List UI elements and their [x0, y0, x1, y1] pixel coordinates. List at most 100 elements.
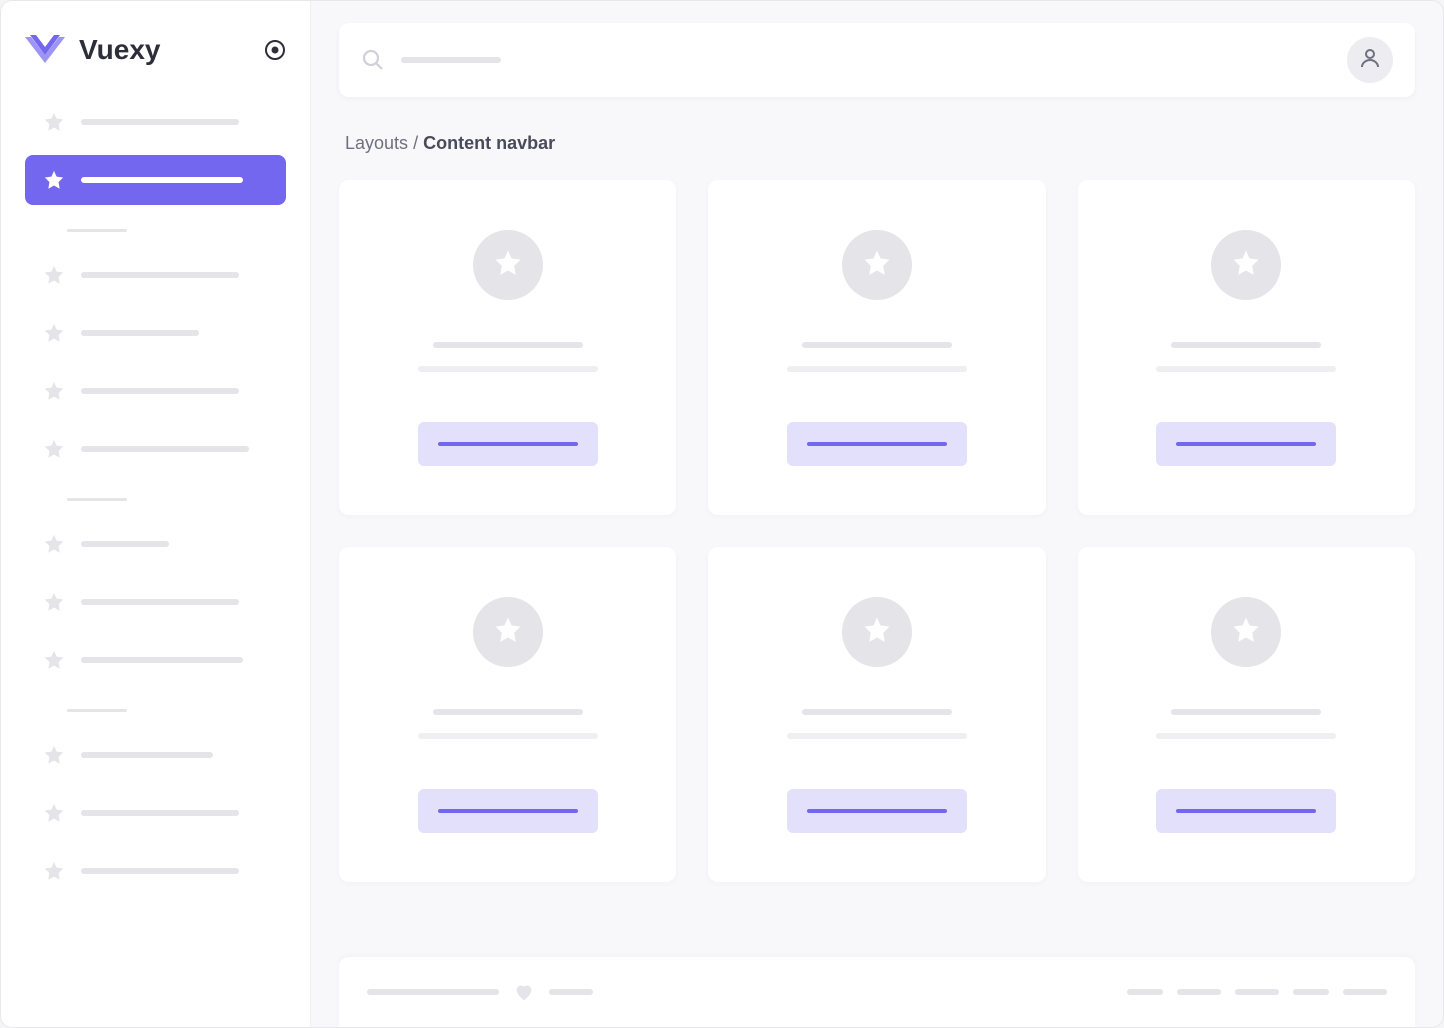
nav-section-header [67, 498, 127, 501]
star-icon [43, 111, 65, 133]
star-icon [43, 744, 65, 766]
star-icon [1231, 615, 1261, 650]
footer-text [549, 989, 593, 995]
card-title [802, 342, 952, 348]
card-action-button[interactable] [787, 789, 967, 833]
star-icon [43, 860, 65, 882]
card-action-button[interactable] [1156, 789, 1336, 833]
card-button-label [438, 809, 578, 813]
sidebar-item-label [81, 388, 239, 394]
card-subtitle [787, 733, 967, 739]
star-icon [43, 380, 65, 402]
content-card [708, 180, 1045, 515]
sidebar-toggle-icon[interactable] [264, 39, 286, 61]
sidebar-item[interactable] [25, 846, 286, 896]
star-icon [43, 591, 65, 613]
nav-section-header [67, 709, 127, 712]
footer-left [367, 981, 593, 1003]
star-icon [1231, 248, 1261, 283]
nav-section-header [67, 229, 127, 232]
footer-link[interactable] [1235, 989, 1279, 995]
card-action-button[interactable] [1156, 422, 1336, 466]
sidebar-item-label [81, 868, 239, 874]
card-action-button[interactable] [787, 422, 967, 466]
sidebar: Vuexy [1, 1, 311, 1027]
user-avatar[interactable] [1347, 37, 1393, 83]
sidebar-item-label [81, 177, 243, 183]
card-title [1171, 709, 1321, 715]
sidebar-item[interactable] [25, 519, 286, 569]
sidebar-item[interactable] [25, 366, 286, 416]
star-icon [43, 649, 65, 671]
sidebar-item-label [81, 810, 239, 816]
sidebar-item[interactable] [25, 308, 286, 358]
card-action-button[interactable] [418, 422, 598, 466]
footer [339, 957, 1415, 1027]
card-title [802, 709, 952, 715]
footer-link[interactable] [1343, 989, 1387, 995]
sidebar-item-label [81, 119, 239, 125]
sidebar-item[interactable] [25, 577, 286, 627]
sidebar-item[interactable] [25, 155, 286, 205]
star-icon [862, 615, 892, 650]
content-card [708, 547, 1045, 882]
content-card [339, 180, 676, 515]
sidebar-item[interactable] [25, 424, 286, 474]
sidebar-item[interactable] [25, 635, 286, 685]
breadcrumb-separator: / [413, 133, 418, 153]
star-icon [43, 533, 65, 555]
user-icon [1358, 46, 1382, 75]
sidebar-item-label [81, 330, 199, 336]
card-icon-circle [1211, 230, 1281, 300]
card-button-label [807, 809, 947, 813]
breadcrumb: Layouts / Content navbar [339, 97, 1415, 180]
main-content: Layouts / Content navbar [311, 1, 1443, 1027]
card-icon-circle [842, 597, 912, 667]
star-icon [43, 169, 65, 191]
star-icon [43, 802, 65, 824]
sidebar-nav [1, 89, 310, 912]
card-button-label [1176, 809, 1316, 813]
breadcrumb-current: Content navbar [423, 133, 555, 153]
footer-link[interactable] [1127, 989, 1163, 995]
card-subtitle [418, 733, 598, 739]
content-card [1078, 180, 1415, 515]
card-subtitle [418, 366, 598, 372]
sidebar-item[interactable] [25, 788, 286, 838]
brand-header: Vuexy [1, 23, 310, 89]
sidebar-item[interactable] [25, 730, 286, 780]
card-icon-circle [473, 230, 543, 300]
card-title [433, 342, 583, 348]
sidebar-item[interactable] [25, 250, 286, 300]
card-button-label [438, 442, 578, 446]
sidebar-item-label [81, 752, 213, 758]
card-title [1171, 342, 1321, 348]
star-icon [862, 248, 892, 283]
content-card [1078, 547, 1415, 882]
footer-link[interactable] [1293, 989, 1329, 995]
search-area[interactable] [361, 48, 1347, 72]
card-grid [339, 180, 1415, 902]
card-icon-circle [473, 597, 543, 667]
footer-link[interactable] [1177, 989, 1221, 995]
card-button-label [1176, 442, 1316, 446]
card-button-label [807, 442, 947, 446]
search-placeholder [401, 57, 501, 63]
card-subtitle [787, 366, 967, 372]
footer-right [1127, 989, 1387, 995]
card-action-button[interactable] [418, 789, 598, 833]
sidebar-item-label [81, 272, 239, 278]
star-icon [493, 248, 523, 283]
star-icon [43, 264, 65, 286]
card-subtitle [1156, 366, 1336, 372]
search-icon [361, 48, 385, 72]
star-icon [43, 322, 65, 344]
card-subtitle [1156, 733, 1336, 739]
top-navbar [339, 23, 1415, 97]
sidebar-item[interactable] [25, 97, 286, 147]
card-icon-circle [842, 230, 912, 300]
footer-text [367, 989, 499, 995]
brand-name: Vuexy [79, 34, 250, 66]
sidebar-item-label [81, 446, 249, 452]
breadcrumb-parent[interactable]: Layouts [345, 133, 408, 153]
